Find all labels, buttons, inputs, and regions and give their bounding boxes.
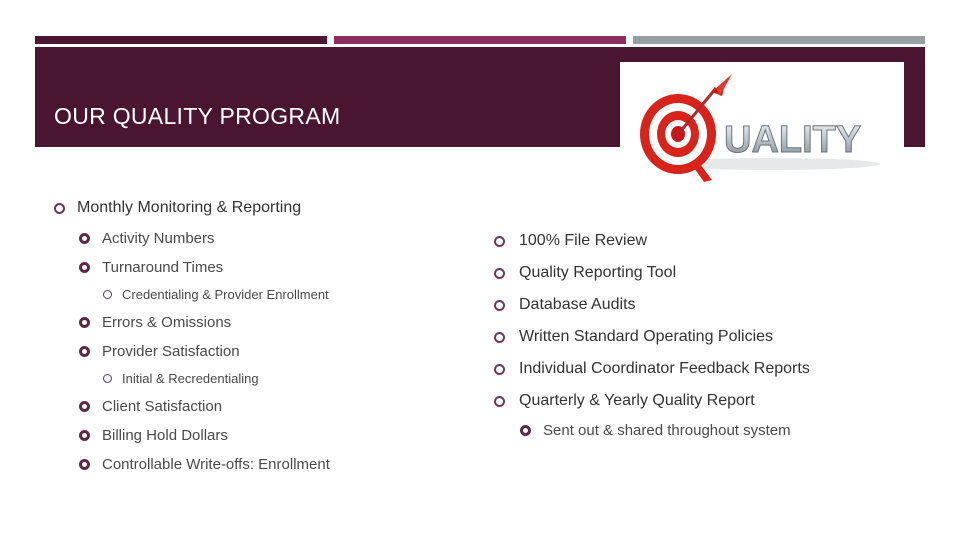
accent-bar-magenta — [334, 36, 626, 44]
list-item: Turnaround Times — [79, 259, 223, 276]
list-item: 100% File Review — [494, 232, 647, 250]
bullet-circle-icon — [103, 290, 112, 299]
bullet-label: Database Audits — [519, 296, 636, 313]
bullet-label: Billing Hold Dollars — [102, 427, 228, 444]
bullet-label: 100% File Review — [519, 232, 648, 249]
bullet-label: Individual Coordinator Feedback Reports — [519, 360, 810, 377]
bullet-label: Controllable Write-offs: Enrollment — [102, 456, 330, 473]
bullet-label: Activity Numbers — [102, 230, 215, 247]
sub-list-item: Credentialing & Provider Enrollment — [103, 287, 329, 302]
list-item: Individual Coordinator Feedback Reports — [494, 360, 810, 378]
bullet-circle-icon — [494, 395, 505, 407]
bullet-heading: Monthly Monitoring & Reporting — [54, 199, 301, 217]
bullet-circle-icon — [79, 401, 90, 412]
sub-list-item: Sent out & shared throughout system — [520, 422, 791, 439]
bullet-circle-icon — [79, 346, 90, 357]
list-item: Quality Reporting Tool — [494, 264, 676, 282]
quality-target-logo-icon: UALITY — [640, 74, 880, 182]
bullet-circle-icon — [494, 363, 505, 375]
bullet-circle-icon — [79, 430, 90, 441]
bullet-circle-icon — [79, 262, 90, 273]
list-item: Activity Numbers — [79, 230, 215, 247]
bullet-label: Turnaround Times — [102, 259, 224, 276]
bullet-label: Monthly Monitoring & Reporting — [77, 199, 302, 216]
logo-text: UALITY — [724, 119, 861, 161]
bullet-circle-icon — [520, 425, 531, 436]
accent-bar-dark — [35, 36, 327, 44]
bullet-circle-icon — [54, 202, 65, 214]
bullet-label: Quality Reporting Tool — [519, 264, 677, 281]
list-item: Billing Hold Dollars — [79, 427, 228, 444]
bullet-circle-icon — [494, 235, 505, 247]
bullet-label: Provider Satisfaction — [102, 343, 240, 360]
list-item: Database Audits — [494, 296, 636, 314]
list-item: Provider Satisfaction — [79, 343, 240, 360]
sub-list-item: Initial & Recredentialing — [103, 371, 259, 386]
list-item: Written Standard Operating Policies — [494, 328, 773, 346]
bullet-circle-icon — [494, 331, 505, 343]
bullet-label: Initial & Recredentialing — [122, 371, 259, 386]
bullet-label: Written Standard Operating Policies — [519, 328, 774, 345]
bullet-circle-icon — [103, 374, 112, 383]
bullet-label: Credentialing & Provider Enrollment — [122, 287, 329, 302]
bullet-label: Sent out & shared throughout system — [543, 422, 791, 439]
bullet-circle-icon — [79, 317, 90, 328]
list-item: Controllable Write-offs: Enrollment — [79, 456, 330, 473]
list-item: Quarterly & Yearly Quality Report — [494, 392, 755, 410]
slide-title: OUR QUALITY PROGRAM — [54, 103, 341, 129]
accent-bar-gray — [633, 36, 925, 44]
quality-logo: UALITY — [620, 62, 904, 204]
bullet-circle-icon — [494, 299, 505, 311]
bullet-circle-icon — [79, 233, 90, 244]
bullet-circle-icon — [494, 267, 505, 279]
bullet-label: Quarterly & Yearly Quality Report — [519, 392, 755, 409]
bullet-circle-icon — [79, 459, 90, 470]
list-item: Client Satisfaction — [79, 398, 222, 415]
bullet-label: Client Satisfaction — [102, 398, 223, 415]
list-item: Errors & Omissions — [79, 314, 231, 331]
bullet-label: Errors & Omissions — [102, 314, 232, 331]
